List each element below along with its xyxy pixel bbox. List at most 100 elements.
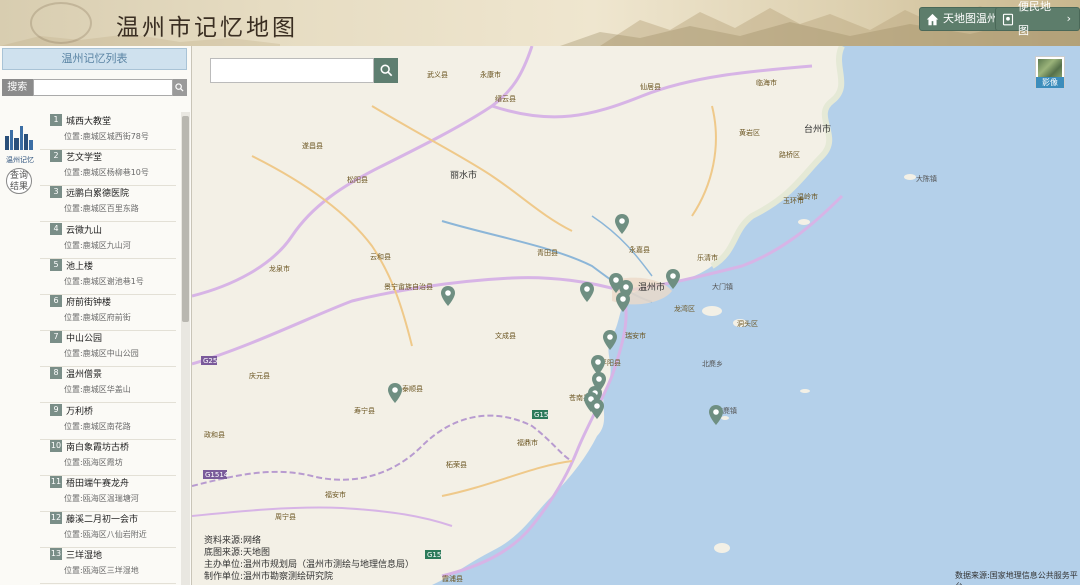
memory-pin-icon[interactable] <box>441 286 455 306</box>
memory-list-item[interactable]: 6 府前街钟楼位置:鹿城区府前街 <box>40 295 176 331</box>
header-seal-ornament <box>30 2 92 44</box>
map-place-label: 临海市 <box>756 79 777 87</box>
map-place-label: 乐清市 <box>697 254 718 262</box>
map-search-input[interactable] <box>210 58 374 83</box>
memory-pin-icon[interactable] <box>580 282 594 302</box>
tianditu-wenzhou-button[interactable]: 天地图温州 <box>919 7 1007 31</box>
memory-list-item[interactable]: 11 梧田端午赛龙舟 位置:瓯海区温瑞塘河 <box>40 476 176 512</box>
sidebar-tab-column: 温州记忆 查询结果 <box>0 112 38 585</box>
search-icon <box>380 64 392 77</box>
memory-pin-icon[interactable] <box>615 214 629 234</box>
item-name: 远鹏白累德医院 <box>66 189 130 200</box>
memory-pin-icon[interactable] <box>709 405 723 425</box>
memory-list-item[interactable]: 5 池上楼位置:鹿城区谢池巷1号 <box>40 258 176 295</box>
query-results-tab[interactable]: 查询结果 <box>6 168 32 194</box>
item-name: 池上楼 <box>66 261 94 272</box>
item-address: 位置:鹿城区中山公园 <box>64 349 139 359</box>
map-place-label: 永嘉县 <box>629 246 650 254</box>
map-place-label: 福安市 <box>325 491 346 499</box>
home-icon <box>926 13 939 25</box>
map-place-label: 大陈镇 <box>916 175 937 183</box>
memory-pin-icon[interactable] <box>590 399 604 419</box>
map-place-label: 文成县 <box>495 332 516 340</box>
item-address: 位置:鹿城区谢池巷1号 <box>64 276 144 286</box>
map-data-source: 数据来源:国家地理信息公共服务平台 <box>955 571 1078 585</box>
search-icon <box>175 83 184 92</box>
item-address: 位置:鹿城区九山河 <box>64 240 131 250</box>
map-place-label: 台州市 <box>804 125 832 135</box>
scroll-thumb[interactable] <box>182 116 189 322</box>
item-number-badge: 11 <box>50 476 62 488</box>
item-name: 城西大教堂 <box>66 117 112 127</box>
map-place-label: 庆元县 <box>249 372 270 380</box>
memory-list-item[interactable]: 7 中山公园 位置:鹿城区中山公园 <box>40 331 176 368</box>
item-number-badge: 7 <box>50 331 62 344</box>
memory-list-item[interactable]: 10 南白象霞坊古桥 位置:瓯海区霞坊 <box>40 439 176 476</box>
memory-list-tab[interactable]: 温州记忆 <box>3 122 35 166</box>
map-place-label: 松阳县 <box>347 176 368 184</box>
credit-line: 资料来源:网络 <box>204 536 262 546</box>
memory-pin-icon[interactable] <box>666 269 680 289</box>
map-search-button[interactable] <box>374 58 398 83</box>
memory-pin-icon[interactable] <box>603 330 617 350</box>
map-pin-icon <box>1002 13 1014 25</box>
map-place-label: 缙云县 <box>495 95 516 103</box>
map-place-label: 北麂乡 <box>702 360 723 368</box>
svg-text:G15: G15 <box>427 551 441 559</box>
item-address: 位置:瓯海区三垟湿地 <box>64 566 139 576</box>
memory-list-item[interactable]: 8 温州僧景 位置:鹿城区华盖山 <box>40 367 176 404</box>
memory-list-item[interactable]: 2 艺文学堂 位置:鹿城区杨柳巷10号 <box>40 150 176 187</box>
sidebar-search-row: 搜索 <box>2 79 187 96</box>
memory-list-item[interactable]: 13 三垟湿地 位置:瓯海区三垟湿地 <box>40 548 176 585</box>
memory-list-item[interactable]: 3 远鹏白累德医院 位置:鹿城区百里东路 <box>40 186 176 223</box>
sidebar-search-input[interactable] <box>32 79 173 96</box>
item-address: 位置:瓯海区霞坊 <box>64 457 123 467</box>
map-place-label: 大门镇 <box>712 283 733 291</box>
item-number-badge: 9 <box>50 403 62 416</box>
sidebar-search-button[interactable] <box>172 79 187 96</box>
memory-list-item[interactable]: 4 云微九山 位置:鹿城区九山河 <box>40 222 176 259</box>
convenience-map-button[interactable]: 便民地图 › <box>995 0 1080 37</box>
map-place-label: 瑞安市 <box>625 332 646 340</box>
item-number-badge: 1 <box>50 114 62 126</box>
map-credits: 资料来源:网络 底图来源:天地图 主办单位:温州市规划局（温州市测绘与地理信息局… <box>204 535 414 583</box>
map-place-label: 武义县 <box>427 71 448 79</box>
item-number-badge: 6 <box>50 295 62 307</box>
item-number-badge: 10 <box>50 439 62 452</box>
item-name: 梧田端午赛龙舟 <box>66 479 130 489</box>
memory-list-item[interactable]: 1 城西大教堂 位置:鹿城区城西街78号 <box>40 114 176 150</box>
map-place-label: 黄岩区 <box>739 129 760 137</box>
map-place-label: 龙泉市 <box>269 265 290 273</box>
imagery-label: 影像 <box>1036 77 1064 88</box>
map-place-label: 龙湾区 <box>674 305 695 313</box>
memory-list-item[interactable]: 9 万利桥 位置:鹿城区南花路 <box>40 403 176 440</box>
item-name: 府前街钟楼 <box>66 298 112 308</box>
city-skyline-icon <box>5 126 33 150</box>
credit-line: 主办单位:温州市规划局（温州市测绘与地理信息局） <box>204 560 415 570</box>
map-place-label: 霞浦县 <box>442 575 463 583</box>
item-number-badge: 5 <box>50 258 62 271</box>
item-number-badge: 4 <box>50 222 62 235</box>
map-place-label: 政和县 <box>204 431 225 439</box>
chevron-right-icon: › <box>1066 12 1071 25</box>
memory-pin-icon[interactable] <box>616 292 630 312</box>
map-place-label: 永康市 <box>480 71 501 79</box>
map-place-label: 泰顺县 <box>402 385 423 393</box>
memory-list-item[interactable]: 12 藤溪二月初一会市 位置:瓯海区八仙岩附近 <box>40 512 176 549</box>
item-number-badge: 2 <box>50 150 62 163</box>
map-canvas[interactable]: G25 G15 G1514 G15 温州市 丽水市 台州市 永嘉县 乐清市 瑞安市 平阳县苍… <box>192 46 1080 585</box>
item-address: 位置:鹿城区华盖山 <box>64 385 131 395</box>
svg-text:G1514: G1514 <box>205 471 229 479</box>
item-address: 位置:鹿城区杨柳巷10号 <box>64 168 149 178</box>
imagery-layer-toggle[interactable]: 影像 <box>1035 56 1065 88</box>
memory-pin-icon[interactable] <box>388 383 402 403</box>
item-name: 温州僧景 <box>66 370 103 381</box>
app-header: 温州市记忆地图 天地图温州 便民地图 › <box>0 0 1080 46</box>
convenience-map-label: 便民地图 <box>1018 0 1051 37</box>
svg-text:G15: G15 <box>534 411 548 419</box>
credit-line: 底图来源:天地图 <box>204 548 271 558</box>
item-address: 位置:鹿城区府前街 <box>64 313 131 322</box>
memory-sidebar: 温州记忆列表 搜索 温州记忆 查询结果 1 城西大教堂 位置:鹿城区城西街78号 2 艺… <box>0 46 192 585</box>
sidebar-scrollbar[interactable] <box>181 112 190 585</box>
map-place-label: 景宁畲族自治县 <box>384 283 433 291</box>
